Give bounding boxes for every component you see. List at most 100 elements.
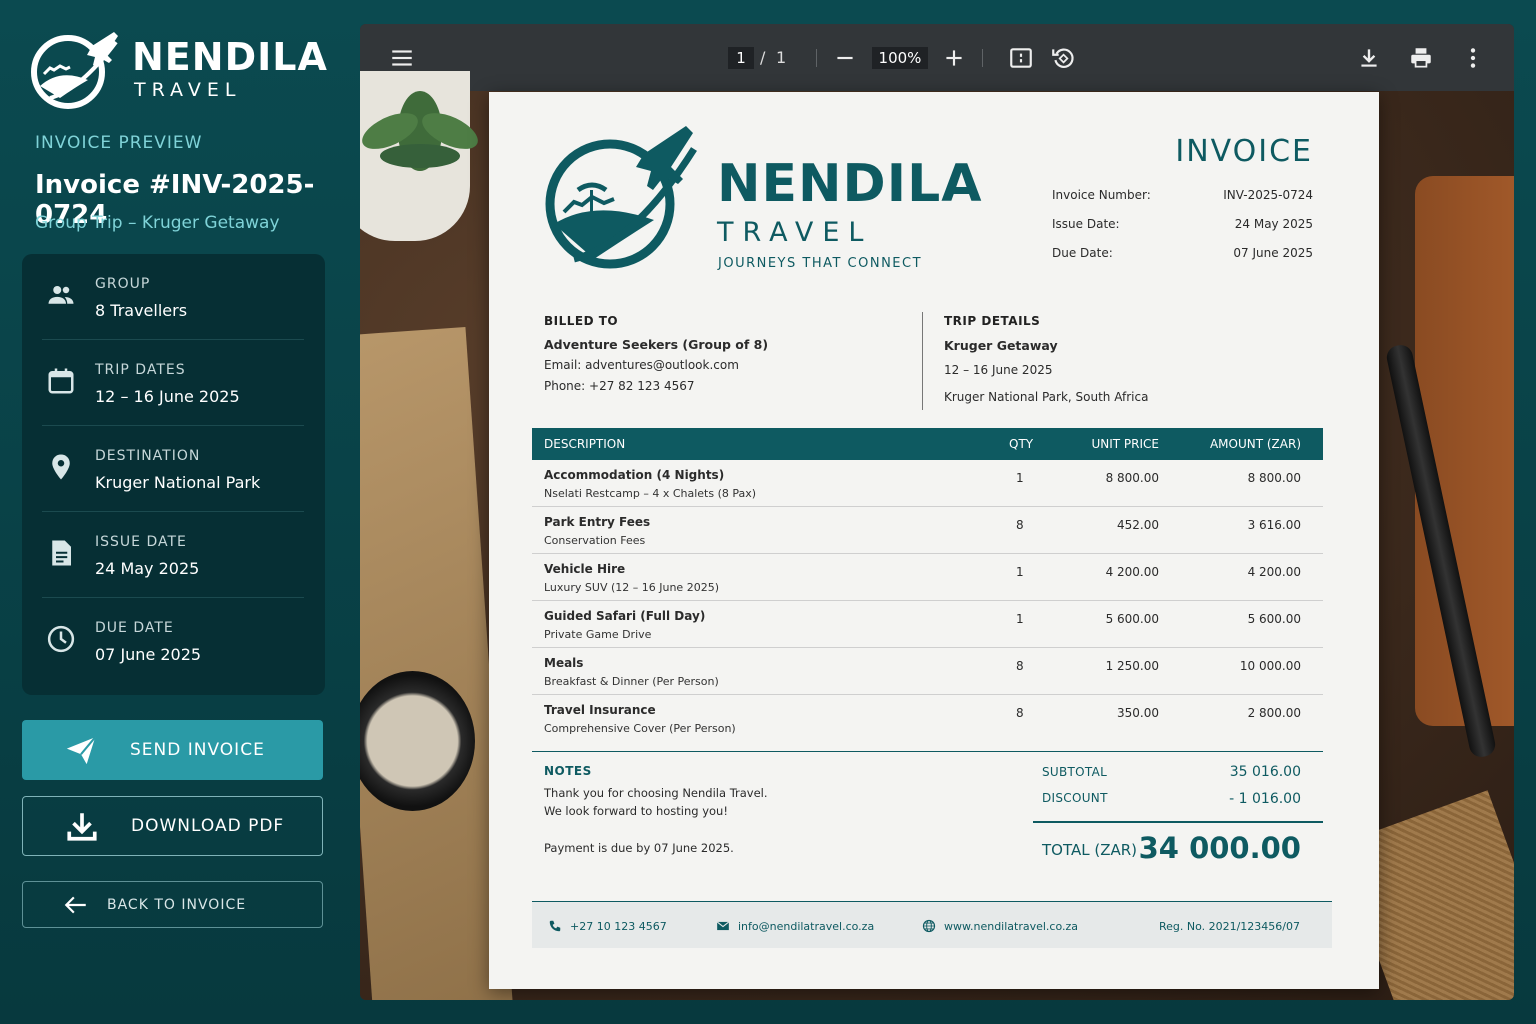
zoom-in-icon[interactable] (941, 45, 967, 71)
brand-subtitle: TRAVEL (134, 79, 242, 101)
item-qty: 8 (1016, 659, 1024, 673)
subtotal-label: SUBTOTAL (1042, 765, 1108, 779)
item-title: Park Entry Fees (544, 515, 651, 529)
download-pdf-button[interactable]: DOWNLOAD PDF (22, 796, 323, 856)
total-value: 34 000.00 (1138, 831, 1301, 865)
item-unit-price: 1 250.00 (1105, 659, 1159, 673)
page-number-input[interactable]: 1 (728, 47, 754, 69)
meta-key: Invoice Number: (1052, 188, 1151, 202)
email-icon (716, 921, 730, 931)
footer-registration: Reg. No. 2021/123456/07 (1158, 920, 1300, 933)
rotate-icon[interactable] (1050, 45, 1076, 71)
invoice-brand: NENDILA TRAVEL (717, 157, 982, 248)
invoice-brand-name: NENDILA (717, 154, 983, 214)
col-amount: AMOUNT (ZAR) (1209, 437, 1301, 451)
fit-page-icon[interactable] (1008, 45, 1034, 71)
item-title: Meals (544, 656, 584, 670)
item-subtitle: Comprehensive Cover (Per Person) (544, 722, 736, 735)
totals-rule (1033, 821, 1323, 823)
sidebar: NENDILA TRAVEL INVOICE PREVIEW Invoice #… (0, 0, 345, 1024)
info-row-destination: DESTINATION Kruger National Park (42, 426, 304, 512)
notes-line: We look forward to hosting you! (544, 804, 728, 818)
meta-key: Due Date: (1052, 246, 1113, 260)
trip-name: Group Trip – Kruger Getaway (35, 213, 280, 233)
info-value: Kruger National Park (95, 473, 261, 492)
info-label: DESTINATION (95, 448, 201, 464)
invoice-brand-subtitle: TRAVEL (717, 217, 873, 248)
send-invoice-button[interactable]: SEND INVOICE (22, 720, 323, 780)
back-to-invoice-label: BACK TO INVOICE (107, 896, 247, 913)
billed-to-email: Email: adventures@outlook.com (544, 358, 739, 372)
item-subtitle: Luxury SUV (12 – 16 June 2025) (544, 581, 719, 594)
item-subtitle: Breakfast & Dinner (Per Person) (544, 675, 719, 688)
invoice-heading: INVOICE (1175, 134, 1313, 169)
item-unit-price: 350.00 (1117, 706, 1159, 720)
item-amount: 8 800.00 (1247, 471, 1301, 485)
item-unit-price: 4 200.00 (1105, 565, 1159, 579)
notes-heading: NOTES (544, 764, 592, 778)
invoice-logo-icon (545, 126, 697, 269)
more-options-icon[interactable] (1460, 45, 1486, 71)
page-total: 1 (776, 48, 787, 67)
meta-key: Issue Date: (1052, 217, 1120, 231)
download-icon[interactable] (1356, 45, 1382, 71)
succulent-plant-icon (362, 91, 478, 171)
globe-icon (922, 919, 936, 933)
back-to-invoice-button[interactable]: BACK TO INVOICE (22, 881, 323, 928)
invoice-tagline: JOURNEYS THAT CONNECT (718, 256, 923, 271)
download-icon (67, 813, 97, 841)
col-unit-price: UNIT PRICE (1091, 437, 1159, 451)
item-qty: 8 (1016, 518, 1024, 532)
col-description: DESCRIPTION (544, 437, 626, 451)
trip-info-card: GROUP 8 Travellers TRIP DATES 12 – 16 Ju… (22, 254, 325, 695)
table-row: Accommodation (4 Nights) Nselati Restcam… (532, 460, 1323, 507)
zoom-out-icon[interactable] (832, 45, 858, 71)
download-pdf-label: DOWNLOAD PDF (131, 816, 285, 836)
total-label: TOTAL (ZAR) (1042, 841, 1138, 859)
item-title: Vehicle Hire (544, 562, 626, 576)
trip-details-dates: 12 – 16 June 2025 (944, 363, 1053, 377)
info-row-issue-date: ISSUE DATE 24 May 2025 (42, 512, 304, 598)
item-unit-price: 452.00 (1117, 518, 1159, 532)
item-qty: 1 (1016, 612, 1024, 626)
item-amount: 10 000.00 (1239, 659, 1301, 673)
footer-website: www.nendilatravel.co.za (944, 920, 1079, 933)
clock-icon (47, 625, 75, 653)
billed-to-heading: BILLED TO (544, 314, 619, 328)
discount-value: - 1 016.00 (1229, 791, 1301, 807)
line-items-header: DESCRIPTION QTY UNIT PRICE AMOUNT (ZAR) (532, 428, 1323, 460)
item-amount: 2 800.00 (1247, 706, 1301, 720)
brand-logo-icon (31, 32, 118, 109)
payment-due-note: Payment is due by 07 June 2025. (544, 841, 734, 855)
phone-icon (549, 920, 561, 932)
page-separator: / (760, 48, 766, 67)
info-row-trip-dates: TRIP DATES 12 – 16 June 2025 (42, 340, 304, 426)
item-amount: 5 600.00 (1247, 612, 1301, 626)
item-qty: 8 (1016, 706, 1024, 720)
subtotal-value: 35 016.00 (1229, 764, 1301, 780)
footer-email: info@nendilatravel.co.za (738, 920, 875, 933)
item-amount: 4 200.00 (1247, 565, 1301, 579)
send-invoice-label: SEND INVOICE (130, 740, 265, 760)
pdf-toolbar: 1 / 1 100% (360, 24, 1514, 91)
item-subtitle: Nselati Restcamp – 4 x Chalets (8 Pax) (544, 487, 757, 500)
item-unit-price: 8 800.00 (1105, 471, 1159, 485)
calendar-icon (48, 368, 74, 394)
table-row: Vehicle Hire Luxury SUV (12 – 16 June 20… (532, 554, 1323, 601)
footer-phone: +27 10 123 4567 (570, 920, 667, 933)
info-row-group: GROUP 8 Travellers (42, 254, 304, 340)
print-icon[interactable] (1408, 45, 1434, 71)
item-subtitle: Conservation Fees (544, 534, 646, 547)
zoom-level-input[interactable]: 100% (872, 47, 928, 69)
billed-to-phone: Phone: +27 82 123 4567 (544, 379, 695, 393)
table-row: Meals Breakfast & Dinner (Per Person) 8 … (532, 648, 1323, 695)
item-title: Guided Safari (Full Day) (544, 609, 706, 623)
discount-label: DISCOUNT (1042, 791, 1108, 805)
item-qty: 1 (1016, 471, 1024, 485)
section-divider (922, 312, 923, 410)
location-pin-icon (52, 454, 70, 480)
arrow-left-icon (64, 896, 86, 913)
notes-line: Thank you for choosing Nendila Travel. (544, 786, 768, 800)
item-title: Travel Insurance (544, 703, 656, 717)
info-value: 24 May 2025 (95, 559, 200, 578)
